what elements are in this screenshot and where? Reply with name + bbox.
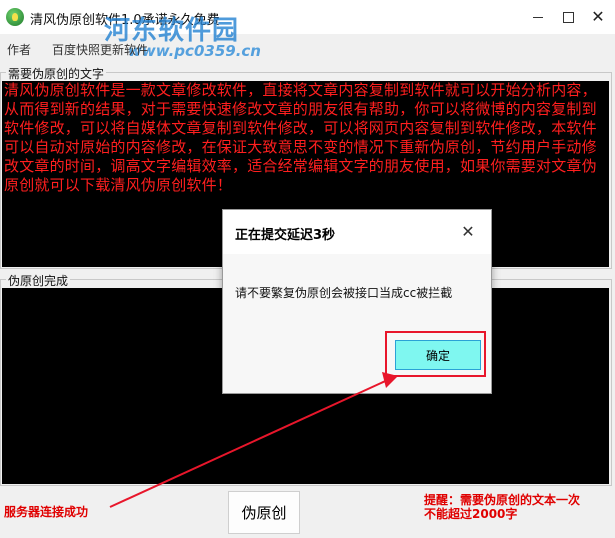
menu-bar: 作者 百度快照更新软件 [0, 38, 615, 60]
maximize-icon [562, 11, 574, 23]
minimize-button[interactable] [523, 0, 553, 34]
rewrite-button[interactable]: 伪原创 [228, 491, 300, 534]
title-bar: 清风伪原创软件1.0承诺永久免费 ✕ [0, 0, 615, 34]
dialog-title: 正在提交延迟3秒 [235, 228, 336, 243]
status-text: 服务器连接成功 [4, 505, 89, 519]
menu-item-author[interactable]: 作者 [7, 41, 31, 58]
minimize-icon [533, 16, 543, 18]
tip-line-2: 不能超过2000字 [424, 507, 518, 521]
maximize-button[interactable] [553, 0, 583, 34]
delay-dialog: 正在提交延迟3秒 ✕ 请不要繁复伪原创会被接口当成cc被拦截 确定 [222, 209, 492, 394]
tip-line-1: 提醒：需要伪原创的文本一次 [424, 493, 581, 507]
close-button[interactable]: ✕ [583, 0, 613, 34]
close-icon: ✕ [461, 221, 475, 241]
dialog-header: 正在提交延迟3秒 ✕ [223, 210, 491, 254]
tip-text: 提醒：需要伪原创的文本一次 不能超过2000字 [424, 493, 580, 521]
app-icon [6, 8, 24, 26]
dialog-body: 请不要繁复伪原创会被接口当成cc被拦截 [223, 254, 491, 330]
highlight-box [385, 331, 486, 377]
menu-item-baidu-snapshot[interactable]: 百度快照更新软件 [52, 41, 148, 58]
dialog-message: 请不要繁复伪原创会被接口当成cc被拦截 [235, 286, 453, 300]
output-group-label: 伪原创完成 [6, 272, 71, 289]
input-group-label: 需要伪原创的文字 [6, 65, 107, 82]
close-icon: ✕ [591, 7, 605, 26]
dialog-close-button[interactable]: ✕ [457, 220, 479, 242]
source-text: 清风伪原创软件是一款文章修改软件，直接将文章内容复制到软件就可以开始分析内容，从… [4, 81, 597, 194]
